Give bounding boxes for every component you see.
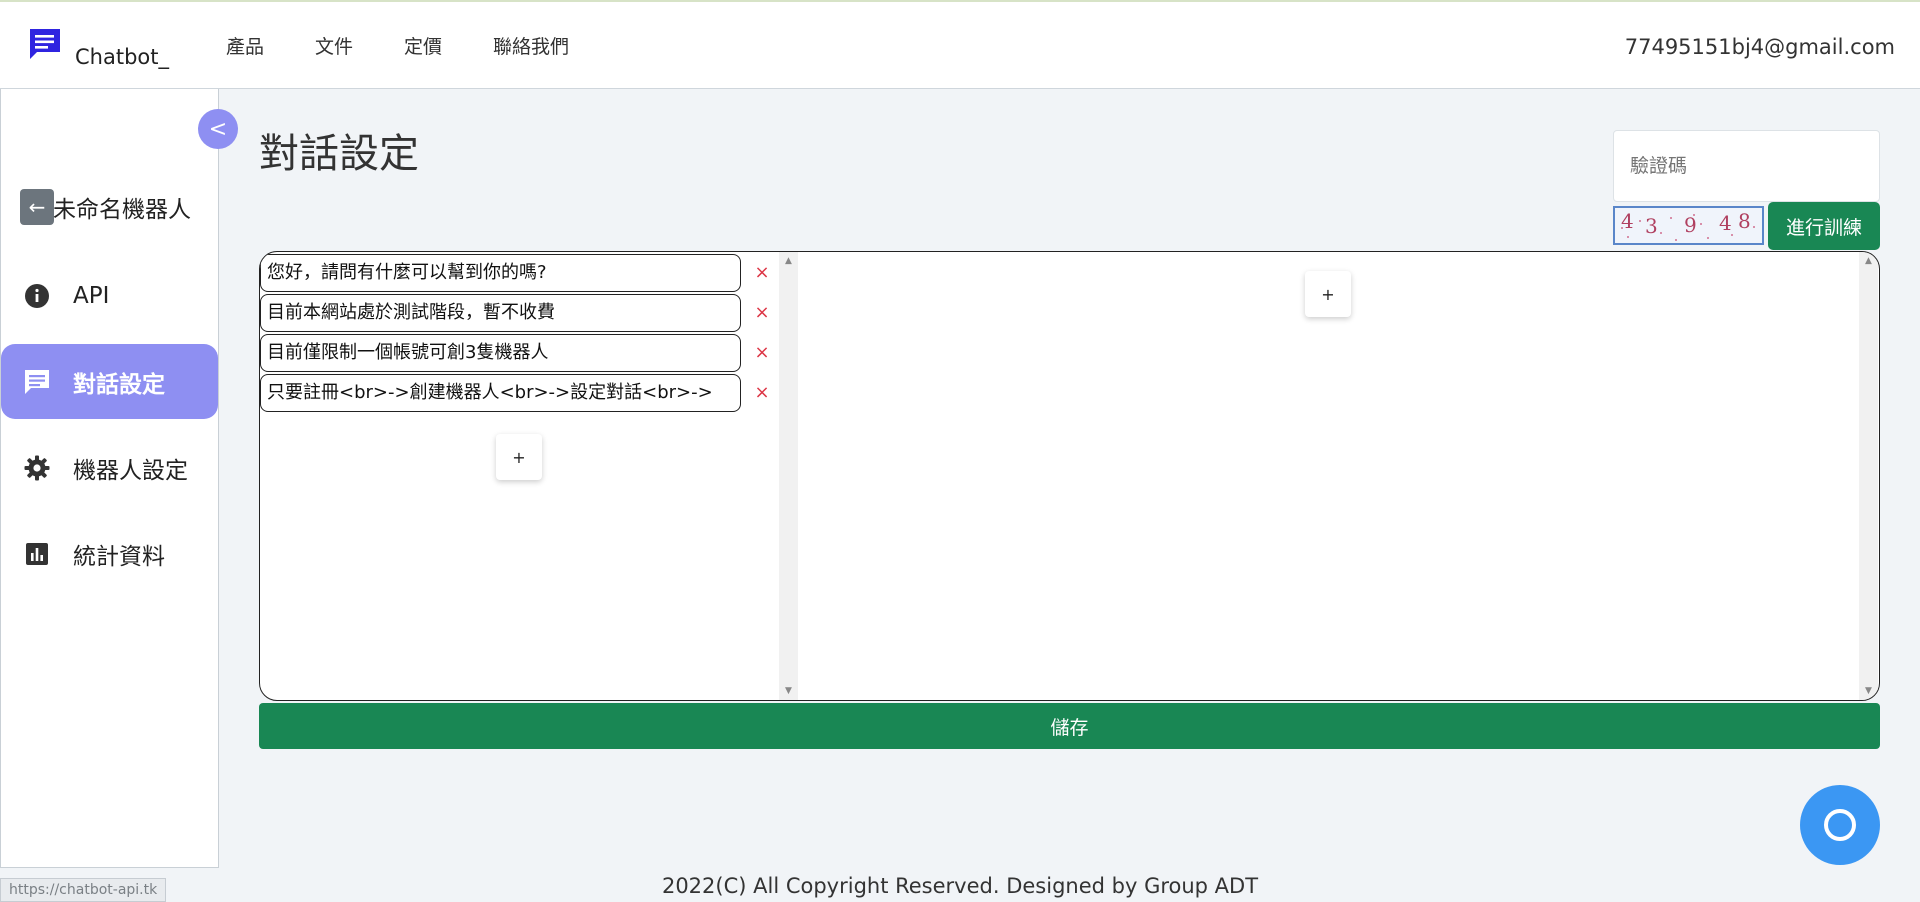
sidebar-item-api[interactable]: API [1, 258, 218, 333]
scroll-up-arrow-icon[interactable]: ▲ [779, 254, 798, 268]
chat-logo-icon [30, 29, 60, 59]
delete-question-button[interactable]: × [752, 255, 772, 291]
chat-ring-icon [1824, 809, 1856, 841]
question-item[interactable]: 目前本網站處於測試階段，暫不收費 [260, 294, 741, 332]
captcha-noise [1693, 214, 1695, 216]
user-email[interactable]: 77495151bj4@gmail.com [1625, 34, 1895, 60]
footer-copyright: 2022(C) All Copyright Reserved. Designed… [661, 874, 1259, 898]
delete-question-button[interactable]: × [752, 295, 772, 331]
sidebar-collapse-button[interactable]: < [198, 109, 238, 149]
bot-name: 未命名機器人 [53, 197, 191, 223]
delete-question-button[interactable]: × [752, 335, 772, 371]
captcha-noise [1621, 227, 1623, 229]
question-item[interactable]: 只要註冊<br>->創建機器人<br>->設定對話<br>-> [260, 374, 741, 412]
train-button[interactable]: 進行訓練 [1768, 202, 1880, 250]
scroll-down-arrow-icon[interactable]: ▼ [779, 684, 798, 698]
brand[interactable]: Chatbot_ [27, 26, 169, 70]
captcha-noise [1731, 234, 1733, 236]
question-list-scrollbar[interactable]: ▲ ▼ [779, 252, 798, 700]
captcha-noise [1639, 220, 1641, 222]
delete-question-button[interactable]: × [752, 375, 772, 411]
gear-icon [23, 454, 51, 482]
bot-header: ← 未命名機器人 [20, 189, 191, 225]
status-bar-url: https://chatbot-api.tk [0, 878, 167, 902]
navbar: Chatbot_ 產品 文件 定價 聯絡我們 77495151bj4@gmail… [0, 2, 1920, 89]
captcha-noise [1675, 239, 1677, 241]
captcha-digit: 8 [1738, 209, 1751, 233]
nav-links: 產品 文件 定價 聯絡我們 [226, 34, 620, 60]
add-question-button[interactable]: + [496, 434, 542, 480]
chat-widget-button[interactable] [1800, 785, 1880, 865]
question-item[interactable]: 目前僅限制一個帳號可創3隻機器人 [260, 334, 741, 372]
chat-icon [23, 368, 51, 396]
captcha-noise [1670, 217, 1672, 219]
nav-docs[interactable]: 文件 [315, 34, 353, 60]
sidebar-item-label: 機器人設定 [73, 457, 188, 484]
nav-pricing[interactable]: 定價 [404, 34, 442, 60]
question-item[interactable]: 您好，請問有什麼可以幫到你的嗎? [260, 254, 741, 292]
answer-panel-scrollbar[interactable]: ▲ ▼ [1859, 252, 1878, 700]
captcha-noise [1753, 226, 1755, 228]
captcha-noise [1660, 232, 1662, 234]
page-title: 對話設定 [259, 131, 419, 177]
bar-chart-icon [23, 540, 51, 568]
add-answer-button[interactable]: + [1305, 271, 1351, 317]
scroll-up-arrow-icon[interactable]: ▲ [1859, 254, 1878, 268]
captcha-input[interactable] [1613, 130, 1880, 202]
scroll-down-arrow-icon[interactable]: ▼ [1859, 684, 1878, 698]
captcha-image[interactable]: 4 3 9 4 8 [1613, 206, 1764, 245]
captcha-noise [1707, 237, 1709, 239]
captcha-digit: 3 [1645, 214, 1658, 238]
sidebar-item-statistics[interactable]: 統計資料 [1, 516, 218, 591]
sidebar-item-bot-settings[interactable]: 機器人設定 [1, 430, 218, 505]
captcha-digit: 9 [1684, 213, 1697, 237]
nav-contact[interactable]: 聯絡我們 [493, 34, 569, 60]
captcha-noise [1627, 236, 1629, 238]
nav-products[interactable]: 產品 [226, 34, 264, 60]
back-button[interactable]: ← [20, 189, 54, 225]
captcha-digit: 4 [1621, 209, 1634, 233]
sidebar-item-label: 統計資料 [73, 543, 165, 570]
dialog-editor: 您好，請問有什麼可以幫到你的嗎? × 目前本網站處於測試階段，暫不收費 × 目前… [259, 251, 1880, 701]
captcha-noise [1700, 223, 1702, 225]
brand-name: Chatbot_ [75, 45, 169, 69]
info-icon [23, 282, 51, 310]
captcha-digit: 4 [1719, 211, 1732, 235]
save-button[interactable]: 儲存 [259, 703, 1880, 749]
sidebar-item-dialog-settings[interactable]: 對話設定 [1, 344, 218, 419]
question-list: 您好，請問有什麼可以幫到你的嗎? × 目前本網站處於測試階段，暫不收費 × 目前… [260, 252, 780, 700]
sidebar-item-label: 對話設定 [73, 371, 165, 398]
sidebar-item-label: API [73, 282, 110, 309]
